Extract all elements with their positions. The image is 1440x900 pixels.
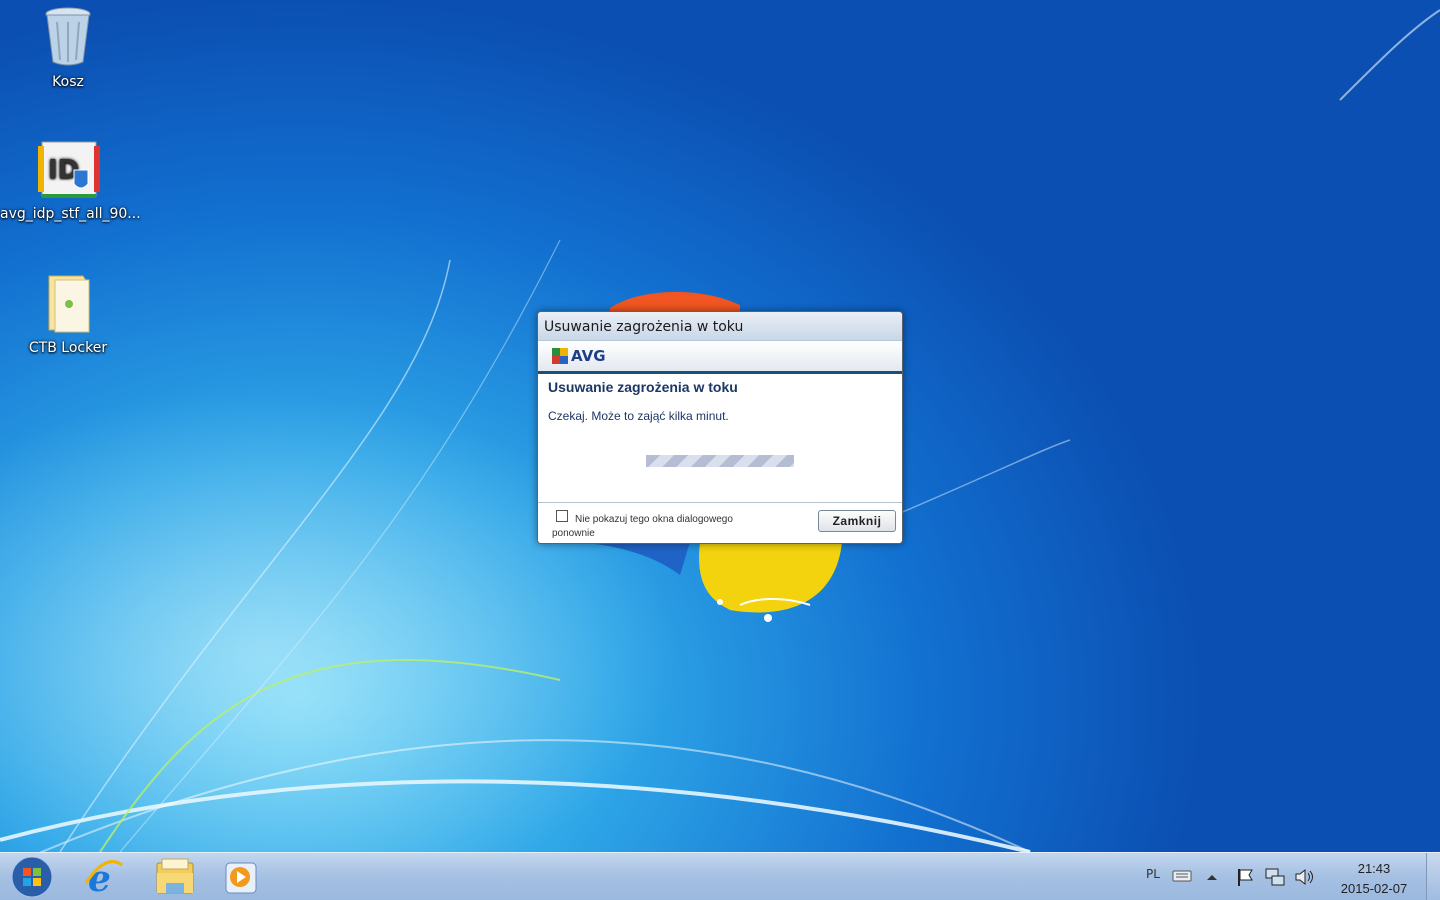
clock-time: 21:43	[1357, 861, 1391, 876]
start-button[interactable]	[10, 856, 53, 898]
checkbox-label: Nie pokazuj tego okna dialogowego ponown…	[552, 514, 733, 539]
internet-explorer-icon: e	[84, 858, 123, 900]
desktop-icon-label: CTB Locker	[28, 340, 108, 356]
windows-explorer-icon	[156, 858, 194, 894]
desktop-icon-label: avg_idp_stf_all_90...	[0, 206, 141, 222]
desktop-icon-label: Kosz	[52, 74, 84, 90]
tray-clock[interactable]: 21:43 2015-02-07	[1326, 859, 1422, 899]
installer-icon: ID	[38, 141, 100, 198]
volume-icon[interactable]	[1294, 867, 1316, 887]
taskbar-ie-button[interactable]: e	[84, 857, 124, 900]
network-icon[interactable]	[1264, 867, 1286, 887]
media-player-icon	[225, 862, 257, 894]
taskbar: e PL 21:43 2015-02-07	[0, 852, 1440, 900]
taskbar-media-player-button[interactable]	[220, 857, 260, 897]
close-button[interactable]: Zamknij	[818, 510, 896, 532]
avg-logo-icon	[552, 348, 568, 364]
avg-dialog: Usuwanie zagrożenia w toku AVG Usuwanie …	[537, 311, 903, 544]
start-orb-icon	[11, 856, 53, 898]
keyboard-icon[interactable]	[1172, 870, 1192, 882]
desktop[interactable]: Kosz ID avg_idp_stf_all_90... CTB Locker…	[0, 0, 1440, 852]
dialog-brand-bar: AVG	[538, 341, 902, 374]
desktop-icon-ctb-locker[interactable]: CTB Locker	[0, 272, 136, 356]
progress-fill	[646, 455, 794, 467]
clock-date: 2015-02-07	[1340, 881, 1408, 896]
folder-icon	[48, 275, 90, 333]
show-desktop-button[interactable]	[1426, 853, 1440, 900]
recycle-bin-icon	[45, 7, 91, 66]
dialog-heading: Usuwanie zagrożenia w toku	[548, 379, 738, 395]
action-center-flag-icon[interactable]	[1236, 867, 1256, 887]
tray-language[interactable]: PL	[1146, 867, 1160, 881]
dialog-message: Czekaj. Może to zająć kilka minut.	[548, 409, 729, 423]
dialog-title: Usuwanie zagrożenia w toku	[538, 312, 902, 341]
avg-brand-text: AVG	[571, 347, 606, 365]
taskbar-explorer-button[interactable]	[154, 857, 194, 897]
desktop-icon-recycle-bin[interactable]: Kosz	[0, 6, 136, 90]
progress-bar	[646, 455, 794, 467]
show-hidden-icons-icon[interactable]	[1206, 873, 1218, 881]
dialog-footer: Nie pokazuj tego okna dialogowego ponown…	[538, 502, 902, 543]
desktop-icon-installer[interactable]: ID avg_idp_stf_all_90...	[0, 140, 141, 222]
